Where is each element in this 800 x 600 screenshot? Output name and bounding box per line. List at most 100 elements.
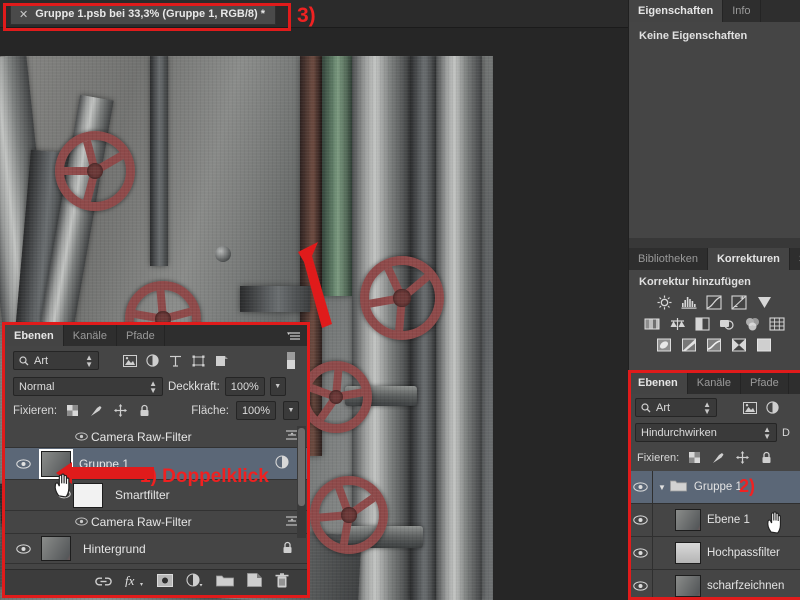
tab-filler (788, 372, 800, 394)
floating-layers-panel[interactable]: Ebenen Kanäle Pfade Art ▲ ▼ Normal ▲ ▼ D… (4, 324, 308, 596)
visibility-toggle[interactable] (5, 448, 41, 479)
dock-layers-body: Art ▲ ▼ Hindurchwirken ▲ ▼ D Fixieren: ▼… (629, 394, 800, 600)
layer-filter-select[interactable]: Art ▲ ▼ (13, 351, 99, 370)
curves-icon[interactable] (705, 294, 724, 311)
pixel-layer-filter-icon[interactable] (741, 399, 758, 416)
visibility-toggle[interactable] (629, 570, 653, 600)
new-group-icon[interactable] (216, 574, 234, 592)
tab-ebenen[interactable]: Ebenen (629, 372, 688, 394)
tab-kanaele[interactable]: Kanäle (687, 372, 741, 394)
blend-mode-select[interactable]: Hindurchwirken ▲ ▼ (635, 423, 777, 442)
brightness-contrast-icon[interactable] (655, 294, 674, 311)
gradient-map-icon[interactable] (730, 336, 749, 353)
tab-bibliotheken[interactable]: Bibliotheken (629, 248, 708, 270)
chevron-down-icon[interactable]: ▼ (658, 483, 666, 492)
lock-image-icon[interactable] (710, 449, 727, 466)
lock-label: Fixieren: (13, 404, 58, 417)
invert-icon[interactable] (655, 336, 674, 353)
floating-row-camera-raw-filter-top[interactable]: Camera Raw-Filter (5, 426, 307, 448)
document-tab[interactable]: ✕ Gruppe 1.psb bei 33,3% (Gruppe 1, RGB/… (10, 3, 277, 25)
exposure-icon[interactable] (730, 294, 749, 311)
blend-mode-select[interactable]: Normal ▲ ▼ (13, 377, 163, 396)
tab-korrekturen[interactable]: Korrekturen (707, 248, 790, 270)
tab-kanaele[interactable]: Kanäle (63, 325, 117, 346)
posterize-icon[interactable] (680, 336, 699, 353)
fill-value: 100% (241, 404, 271, 417)
chevron-updown-icon[interactable]: ▲ ▼ (763, 425, 771, 440)
link-layers-icon[interactable] (95, 574, 112, 592)
new-adjustment-icon[interactable] (186, 573, 203, 592)
fill-dropdown-button[interactable]: ▼ (283, 401, 299, 420)
lock-position-icon[interactable] (112, 402, 129, 419)
visibility-toggle[interactable] (629, 504, 653, 536)
black-white-icon[interactable] (693, 315, 712, 332)
pixel-layer-filter-icon[interactable] (121, 352, 138, 369)
visibility-toggle[interactable] (629, 471, 653, 503)
chevron-updown-icon[interactable]: ▲ ▼ (149, 379, 157, 394)
layer-thumbnail[interactable] (41, 536, 71, 561)
tab-ebenen[interactable]: Ebenen (5, 325, 64, 346)
tab-pfade[interactable]: Pfade (117, 325, 165, 346)
lock-transparency-icon[interactable] (64, 402, 81, 419)
layer-row-scharfzeichnen[interactable]: scharfzeichnen (629, 570, 800, 600)
chevron-updown-icon[interactable]: ▲ ▼ (85, 353, 93, 368)
vibrance-icon[interactable] (755, 294, 774, 311)
photo-filter-icon[interactable] (718, 315, 737, 332)
tab-pfade[interactable]: Pfade (741, 372, 789, 394)
fill-value-field[interactable]: 100% (236, 401, 276, 420)
tab-eigenschaften[interactable]: Eigenschaften (629, 0, 724, 22)
eye-icon (633, 515, 648, 525)
layer-row-ebene-1[interactable]: Ebene 1 (629, 504, 800, 537)
new-layer-icon[interactable] (247, 573, 262, 592)
visibility-toggle[interactable] (5, 534, 41, 563)
close-icon[interactable]: ✕ (19, 8, 28, 21)
bolt-shape (215, 246, 231, 262)
selective-color-icon[interactable] (755, 336, 774, 353)
layer-thumbnail[interactable] (39, 448, 73, 479)
lock-transparency-icon[interactable] (686, 449, 703, 466)
floating-layer-list[interactable]: Camera Raw-Filter Gruppe 1 Smartfilter C… (5, 426, 307, 576)
levels-icon[interactable] (680, 294, 699, 311)
tab-info[interactable]: Info (723, 0, 761, 22)
hue-saturation-icon[interactable] (643, 315, 662, 332)
channel-mixer-icon[interactable] (743, 315, 762, 332)
layer-thumbnail[interactable] (675, 542, 701, 564)
color-lookup-icon[interactable] (768, 315, 787, 332)
lock-all-icon[interactable] (758, 449, 775, 466)
type-layer-filter-icon[interactable] (167, 352, 184, 369)
color-balance-icon[interactable] (668, 315, 687, 332)
threshold-icon[interactable] (705, 336, 724, 353)
layer-row-hochpassfilter[interactable]: Hochpassfilter (629, 537, 800, 570)
layer-thumbnail[interactable] (675, 575, 701, 597)
visibility-toggle[interactable] (629, 537, 653, 569)
lock-position-icon[interactable] (734, 449, 751, 466)
tab-stile[interactable]: Sti (789, 248, 800, 270)
filter-toggle-icon[interactable] (282, 352, 299, 369)
lock-image-icon[interactable] (88, 402, 105, 419)
shape-layer-filter-icon[interactable] (190, 352, 207, 369)
smartfilter-mask-thumbnail[interactable] (73, 482, 103, 508)
chevron-updown-icon[interactable]: ▲ ▼ (703, 400, 711, 415)
opacity-value-field[interactable]: 100% (224, 377, 265, 396)
layer-thumbnail[interactable] (675, 509, 701, 531)
layer-style-fx-icon[interactable]: fx (125, 573, 144, 592)
floating-row-camera-raw-filter[interactable]: Camera Raw-Filter (5, 511, 307, 534)
smart-object-filter-icon[interactable] (213, 352, 230, 369)
layer-list-scrollbar[interactable] (297, 426, 306, 538)
visibility-toggle[interactable] (57, 488, 71, 502)
add-mask-icon[interactable] (157, 573, 173, 592)
opacity-dropdown-button[interactable]: ▼ (269, 377, 286, 396)
eye-icon (15, 458, 31, 469)
eye-icon (633, 548, 648, 558)
layer-row-gruppe-1[interactable]: ▼ Gruppe 1 2) (629, 471, 800, 504)
layer-filter-select[interactable]: Art ▲ ▼ (635, 398, 717, 417)
adjustment-layer-filter-icon[interactable] (764, 399, 781, 416)
delete-layer-icon[interactable] (275, 572, 289, 593)
adjustment-layer-filter-icon[interactable] (144, 352, 161, 369)
lock-all-icon[interactable] (136, 402, 153, 419)
panel-menu-icon[interactable] (287, 329, 301, 341)
floating-row-hintergrund[interactable]: Hintergrund (5, 534, 307, 564)
visibility-toggle[interactable] (75, 515, 88, 529)
properties-empty-text: Keine Eigenschaften (639, 30, 748, 42)
visibility-toggle[interactable] (75, 430, 88, 444)
